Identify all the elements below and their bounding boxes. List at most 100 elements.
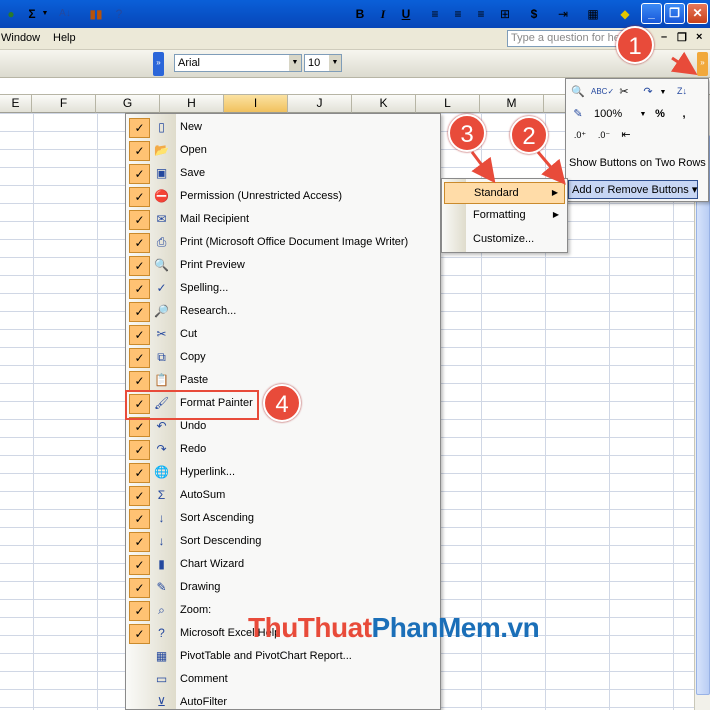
checkmark-icon[interactable]: ✓ <box>129 624 150 644</box>
align-left-icon[interactable]: ≡ <box>427 5 443 23</box>
checkmark-icon[interactable]: ✓ <box>129 601 150 621</box>
menu-item-cut[interactable]: ✓ ✂ Cut <box>126 323 440 346</box>
menu-item-autofilter[interactable]: ⊻ AutoFilter <box>126 691 440 709</box>
checkmark-icon[interactable]: ✓ <box>129 279 150 299</box>
comma-style-button[interactable]: , <box>678 106 690 123</box>
show-two-rows-item[interactable]: Show Buttons on Two Rows <box>569 157 706 169</box>
submenu-item-formatting[interactable]: Formatting ▶ <box>444 205 565 227</box>
underline-button[interactable]: U <box>398 5 414 23</box>
menu-item-mail-recipient[interactable]: ✓ ✉ Mail Recipient <box>126 208 440 231</box>
menu-item-research[interactable]: ✓ 🔎 Research... <box>126 300 440 323</box>
column-header[interactable]: E <box>0 95 32 113</box>
font-size-select[interactable]: 10 ▼ <box>304 54 342 72</box>
fill-color-icon[interactable]: ◆ <box>617 5 633 23</box>
checkmark-icon[interactable]: ✓ <box>129 417 150 437</box>
checkmark-icon[interactable]: ✓ <box>129 256 150 276</box>
doc-minimize-button[interactable]: – <box>661 31 667 43</box>
checkmark-icon[interactable]: ✓ <box>129 371 150 391</box>
menu-item-copy[interactable]: ✓ ⧉ Copy <box>126 346 440 369</box>
menu-item-permission-unrestricted-access[interactable]: ✓ ⛔ Permission (Unrestricted Access) <box>126 185 440 208</box>
percent-style-button[interactable]: % <box>653 106 667 123</box>
font-name-select[interactable]: Arial ▼ <box>174 54 302 72</box>
toolbar-options-grip-icon[interactable]: » <box>153 52 164 76</box>
borders-icon[interactable]: ▦ <box>584 5 602 23</box>
minimize-button[interactable]: _ <box>641 3 662 24</box>
hyperlink-toolbar-icon[interactable]: ● <box>2 5 20 23</box>
checkmark-icon[interactable]: ✓ <box>129 486 150 506</box>
chart-wizard-icon[interactable]: ▮▮ <box>86 5 106 23</box>
menu-item-print-microsoft-office-document-image-writer[interactable]: ✓ ⎙ Print (Microsoft Office Document Image… <box>126 231 440 254</box>
checkmark-icon[interactable]: ✓ <box>129 555 150 575</box>
zoom-value[interactable]: 100% <box>594 106 634 123</box>
submenu-item-customize[interactable]: Customize... <box>444 229 565 251</box>
decrease-indent-icon[interactable]: ⇤ <box>618 127 634 144</box>
align-right-icon[interactable]: ≡ <box>473 5 489 23</box>
checkmark-icon[interactable]: ✓ <box>129 187 150 207</box>
help-circle-icon[interactable]: ? <box>111 5 127 23</box>
checkmark-icon[interactable]: ✓ <box>129 348 150 368</box>
menu-item-pivottable-and-pivotchart-report[interactable]: ▦ PivotTable and PivotChart Report... <box>126 645 440 668</box>
checkmark-icon[interactable]: ✓ <box>129 233 150 253</box>
scrollbar-thumb[interactable] <box>696 135 710 695</box>
spelling-icon[interactable]: ABC✓ <box>591 83 614 100</box>
print-preview-icon[interactable]: 🔍 <box>570 84 586 101</box>
checkmark-icon[interactable]: ✓ <box>129 118 150 138</box>
chevron-down-icon[interactable]: ▼ <box>658 84 668 101</box>
column-header[interactable]: K <box>352 95 416 113</box>
submenu-item-standard[interactable]: Standard ▶ <box>444 182 565 204</box>
checkmark-icon[interactable]: ✓ <box>129 532 150 552</box>
align-center-icon[interactable]: ≡ <box>450 5 466 23</box>
menu-help[interactable]: Help <box>53 32 76 44</box>
checkmark-icon[interactable]: ✓ <box>129 509 150 529</box>
checkmark-icon[interactable]: ✓ <box>129 578 150 598</box>
redo-icon[interactable]: ↷ <box>640 84 656 101</box>
column-header[interactable]: H <box>160 95 224 113</box>
column-header[interactable]: F <box>32 95 96 113</box>
menu-item-sort-descending[interactable]: ✓ ↓ Sort Descending <box>126 530 440 553</box>
checkmark-icon[interactable]: ✓ <box>129 141 150 161</box>
menu-item-drawing[interactable]: ✓ ✎ Drawing <box>126 576 440 599</box>
add-remove-buttons-item[interactable]: Add or Remove Buttons ▾ <box>568 180 698 199</box>
checkmark-icon[interactable]: ✓ <box>129 440 150 460</box>
menu-item-autosum[interactable]: ✓ Σ AutoSum <box>126 484 440 507</box>
italic-button[interactable]: I <box>375 5 391 23</box>
close-button[interactable]: ✕ <box>687 3 708 24</box>
increase-decimal-icon[interactable]: .0⁺ <box>570 127 590 144</box>
scissors-icon[interactable]: ✂ <box>616 84 632 101</box>
checkmark-icon[interactable]: ✓ <box>129 463 150 483</box>
menu-window[interactable]: Window <box>1 32 40 44</box>
indent-icon[interactable]: ⇥ <box>555 5 571 23</box>
menu-item-chart-wizard[interactable]: ✓ ▮ Chart Wizard <box>126 553 440 576</box>
column-header-selected[interactable]: I <box>224 95 288 113</box>
checkmark-icon[interactable]: ✓ <box>129 325 150 345</box>
sort-ascending-icon[interactable]: A↓ <box>55 5 75 23</box>
autosum-dropdown-icon[interactable]: ▼ <box>40 5 50 23</box>
autosum-toolbar-button[interactable]: Σ <box>24 5 40 23</box>
toolbar-options-button[interactable]: » <box>697 52 708 76</box>
column-header[interactable]: M <box>480 95 544 113</box>
restore-button[interactable]: ❐ <box>664 3 685 24</box>
menu-item-redo[interactable]: ✓ ↷ Redo <box>126 438 440 461</box>
checkmark-icon[interactable]: ✓ <box>129 210 150 230</box>
menu-item-spelling[interactable]: ✓ ✓ Spelling... <box>126 277 440 300</box>
merge-center-icon[interactable]: ⊞ <box>496 5 514 23</box>
doc-close-button[interactable]: × <box>696 31 702 43</box>
currency-button[interactable]: $ <box>526 5 542 23</box>
sort-descending-icon[interactable]: Z↓ <box>673 83 691 100</box>
menu-item-new[interactable]: ✓ ▯ New <box>126 116 440 139</box>
menu-item-comment[interactable]: ▭ Comment <box>126 668 440 691</box>
chevron-down-icon[interactable]: ▼ <box>638 106 648 123</box>
menu-item-print-preview[interactable]: ✓ 🔍 Print Preview <box>126 254 440 277</box>
menu-item-hyperlink[interactable]: ✓ 🌐 Hyperlink... <box>126 461 440 484</box>
checkmark-icon[interactable]: ✓ <box>129 164 150 184</box>
drawing-icon[interactable]: ✎ <box>570 106 586 123</box>
column-header[interactable]: L <box>416 95 480 113</box>
menu-item-sort-ascending[interactable]: ✓ ↓ Sort Ascending <box>126 507 440 530</box>
menu-item-save[interactable]: ✓ ▣ Save <box>126 162 440 185</box>
decrease-decimal-icon[interactable]: .0⁻ <box>594 127 614 144</box>
checkmark-icon[interactable]: ✓ <box>129 302 150 322</box>
doc-restore-button[interactable]: ❐ <box>677 31 687 44</box>
column-header[interactable]: G <box>96 95 160 113</box>
bold-button[interactable]: B <box>352 5 368 23</box>
column-header[interactable]: J <box>288 95 352 113</box>
